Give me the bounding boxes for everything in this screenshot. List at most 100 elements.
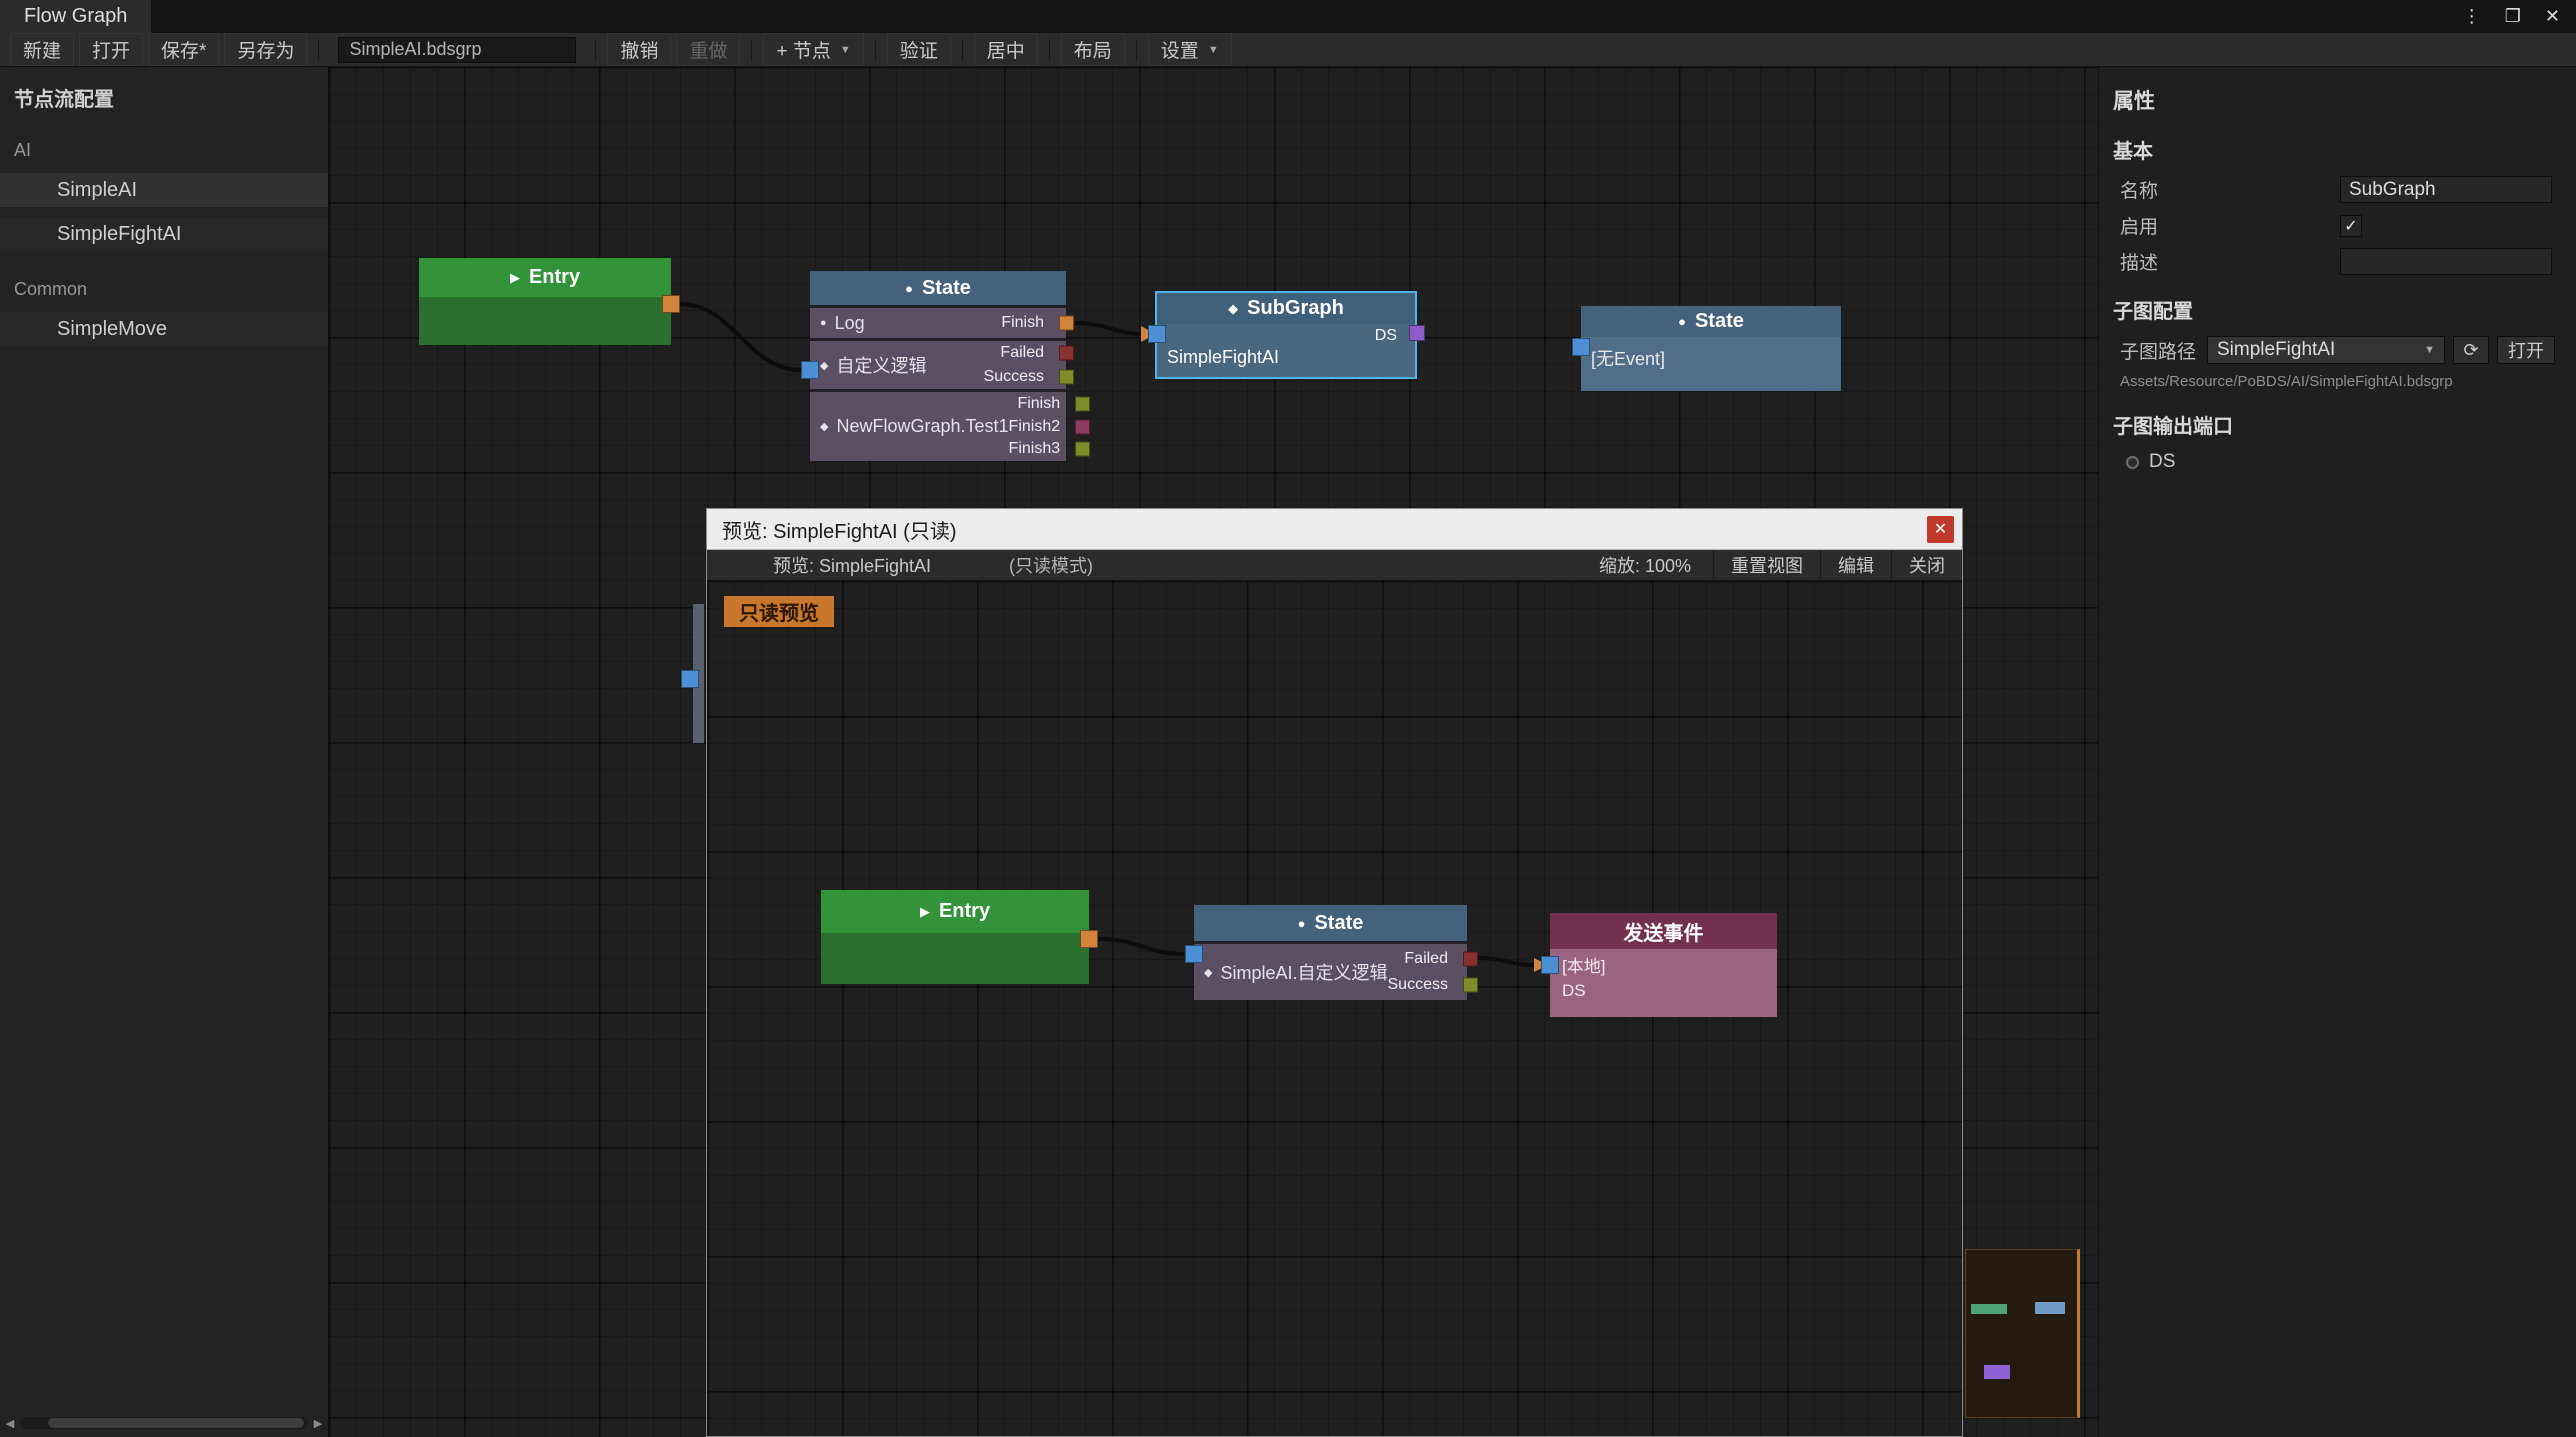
scroll-left-icon[interactable]: ◀	[0, 1417, 20, 1430]
wire-entry-to-state[interactable]	[1098, 939, 1184, 954]
open-subgraph-button[interactable]: 打开	[2497, 336, 2555, 364]
port-line: Finish	[1009, 394, 1083, 415]
port-label: Finish2	[1009, 418, 1061, 436]
graph-canvas[interactable]: ▶ Entry ● State ● Log	[329, 67, 2098, 1437]
failed-output-port[interactable]	[1059, 346, 1074, 361]
port-label: Finish	[1001, 314, 1044, 332]
finish3-output-port[interactable]	[1075, 442, 1090, 457]
reset-view-button[interactable]: 重置视图	[1713, 550, 1820, 581]
properties-panel: 属性 基本 名称 启用 ✓ 描述 子图配置 子图路径 SimpleFigh	[2098, 67, 2576, 1437]
subgraph-input-port[interactable]	[1148, 325, 1166, 343]
entry-node[interactable]: ▶ Entry	[419, 258, 671, 345]
send-event-input-port[interactable]	[1541, 956, 1559, 974]
close-icon[interactable]: ✕	[2545, 6, 2560, 27]
state-node[interactable]: ● State [无Event]	[1581, 306, 1841, 391]
success-output-port[interactable]	[1059, 369, 1074, 384]
sidebar-horizontal-scrollbar[interactable]: ◀ ▶	[0, 1415, 328, 1431]
sidebar-item-simplefightai[interactable]: SimpleFightAI	[0, 217, 328, 251]
send-event-node[interactable]: 发送事件 [本地] DS	[1550, 913, 1777, 1017]
scroll-right-icon[interactable]: ▶	[308, 1417, 328, 1430]
filename-text: SimpleAI.bdsgrp	[349, 39, 481, 60]
description-input[interactable]	[2340, 248, 2552, 275]
center-button[interactable]: 居中	[974, 33, 1038, 66]
edit-button[interactable]: 编辑	[1820, 550, 1891, 581]
preview-state-node[interactable]: ● State ◆ SimpleAI.自定义逻辑	[1194, 905, 1467, 1000]
save-as-button[interactable]: 另存为	[224, 33, 307, 66]
node-header: ● State	[1581, 306, 1841, 337]
open-button[interactable]: 打开	[79, 33, 143, 66]
play-icon: ▶	[510, 270, 520, 286]
node-body	[419, 297, 671, 345]
diamond-icon: ◆	[820, 420, 828, 433]
check-icon: ✓	[2344, 216, 2357, 236]
sidebar-item-simplemove[interactable]: SimpleMove	[0, 312, 328, 346]
app-tab[interactable]: Flow Graph	[0, 0, 151, 33]
filename-field[interactable]: SimpleAI.bdsgrp	[338, 37, 576, 63]
save-button[interactable]: 保存*	[148, 33, 219, 66]
node-header: ▶ Entry	[821, 890, 1089, 933]
node-body: [本地] DS	[1550, 949, 1777, 1017]
minimap[interactable]	[1965, 1249, 2080, 1418]
node-title: Entry	[939, 900, 990, 923]
name-input[interactable]	[2340, 176, 2552, 203]
menu-icon[interactable]: ⋮	[2463, 6, 2481, 27]
port-label: Success	[984, 368, 1044, 386]
preview-titlebar[interactable]: 预览: SimpleFightAI (只读) ✕	[707, 509, 1962, 550]
node-body: ● Log Finish ◆ 自定义逻辑	[810, 305, 1066, 461]
preview-close-button[interactable]: ✕	[1927, 516, 1954, 543]
finish-output-port[interactable]	[1075, 397, 1090, 412]
enabled-row: 启用 ✓	[2120, 212, 2576, 239]
success-output-port[interactable]	[1463, 978, 1478, 993]
description-label: 描述	[2120, 248, 2340, 275]
occluded-input-port[interactable]	[681, 670, 699, 688]
node-body: ◆ SimpleAI.自定义逻辑 Failed Succes	[1194, 941, 1467, 1000]
wire-failed-to-sendevent[interactable]	[1476, 958, 1534, 965]
enabled-checkbox[interactable]: ✓	[2340, 215, 2362, 237]
wire-finish-to-subgraph[interactable]	[1075, 323, 1141, 334]
entry-output-port[interactable]	[1080, 930, 1098, 948]
wire-entry-to-state[interactable]	[680, 304, 801, 370]
entry-output-port[interactable]	[662, 295, 680, 313]
scrollbar-thumb[interactable]	[48, 1418, 304, 1428]
failed-output-port[interactable]	[1463, 951, 1478, 966]
node-header: ● State	[1194, 905, 1467, 941]
state-input-port[interactable]	[1572, 338, 1590, 356]
finish2-output-port[interactable]	[1075, 419, 1090, 434]
event-row[interactable]: ◆ NewFlowGraph.Test1 Finish Finish2	[810, 392, 1066, 461]
port-label: Finish	[1017, 395, 1060, 413]
node-header: 发送事件	[1550, 913, 1777, 949]
ds-output-port[interactable]	[1409, 325, 1425, 341]
settings-dropdown[interactable]: 设置 ▼	[1148, 33, 1232, 66]
layout-button[interactable]: 布局	[1061, 33, 1125, 66]
add-node-dropdown[interactable]: + 节点 ▼	[763, 33, 863, 66]
event-row[interactable]: ◆ 自定义逻辑 Failed Success	[810, 341, 1066, 389]
subgraph-node[interactable]: ◆ SubGraph DS SimpleFightAI	[1155, 291, 1417, 379]
preview-canvas[interactable]: 只读预览 ▶ Entry ● State	[707, 581, 1962, 1436]
preview-window: 预览: SimpleFightAI (只读) ✕ 预览: SimpleFight…	[706, 508, 1963, 1437]
preview-entry-node[interactable]: ▶ Entry	[821, 890, 1089, 984]
port-label: DS	[1375, 327, 1397, 345]
undo-button[interactable]: 撤销	[607, 33, 671, 66]
state-node[interactable]: ● State ● Log Finish	[810, 271, 1066, 461]
close-preview-button[interactable]: 关闭	[1891, 550, 1962, 581]
new-button[interactable]: 新建	[10, 33, 74, 66]
minimap-node-green	[1971, 1304, 2007, 1314]
redo-button[interactable]: 重做	[676, 33, 740, 66]
event-label: ◆ SimpleAI.自定义逻辑	[1194, 944, 1388, 1000]
validate-button[interactable]: 验证	[887, 33, 951, 66]
refresh-button[interactable]: ⟳	[2453, 336, 2489, 364]
event-row[interactable]: ◆ SimpleAI.自定义逻辑 Failed Succes	[1194, 944, 1467, 1000]
state-input-port[interactable]	[801, 361, 819, 379]
center-label: 居中	[987, 36, 1025, 63]
finish-output-port[interactable]	[1059, 316, 1074, 331]
sidebar-item-simpleai[interactable]: SimpleAI	[0, 173, 328, 207]
maximize-icon[interactable]: ❐	[2505, 6, 2521, 27]
preview-title: 预览: SimpleFightAI (只读)	[722, 515, 956, 544]
save-as-label: 另存为	[237, 36, 294, 63]
scrollbar-track[interactable]	[20, 1417, 308, 1429]
target-label: [本地]	[1562, 955, 1777, 979]
state-input-port[interactable]	[1185, 945, 1203, 963]
event-row[interactable]: ● Log Finish	[810, 308, 1066, 338]
subgraph-path-select[interactable]: SimpleFightAI ▼	[2207, 336, 2445, 364]
section-subgraph-config: 子图配置	[2113, 295, 2576, 324]
